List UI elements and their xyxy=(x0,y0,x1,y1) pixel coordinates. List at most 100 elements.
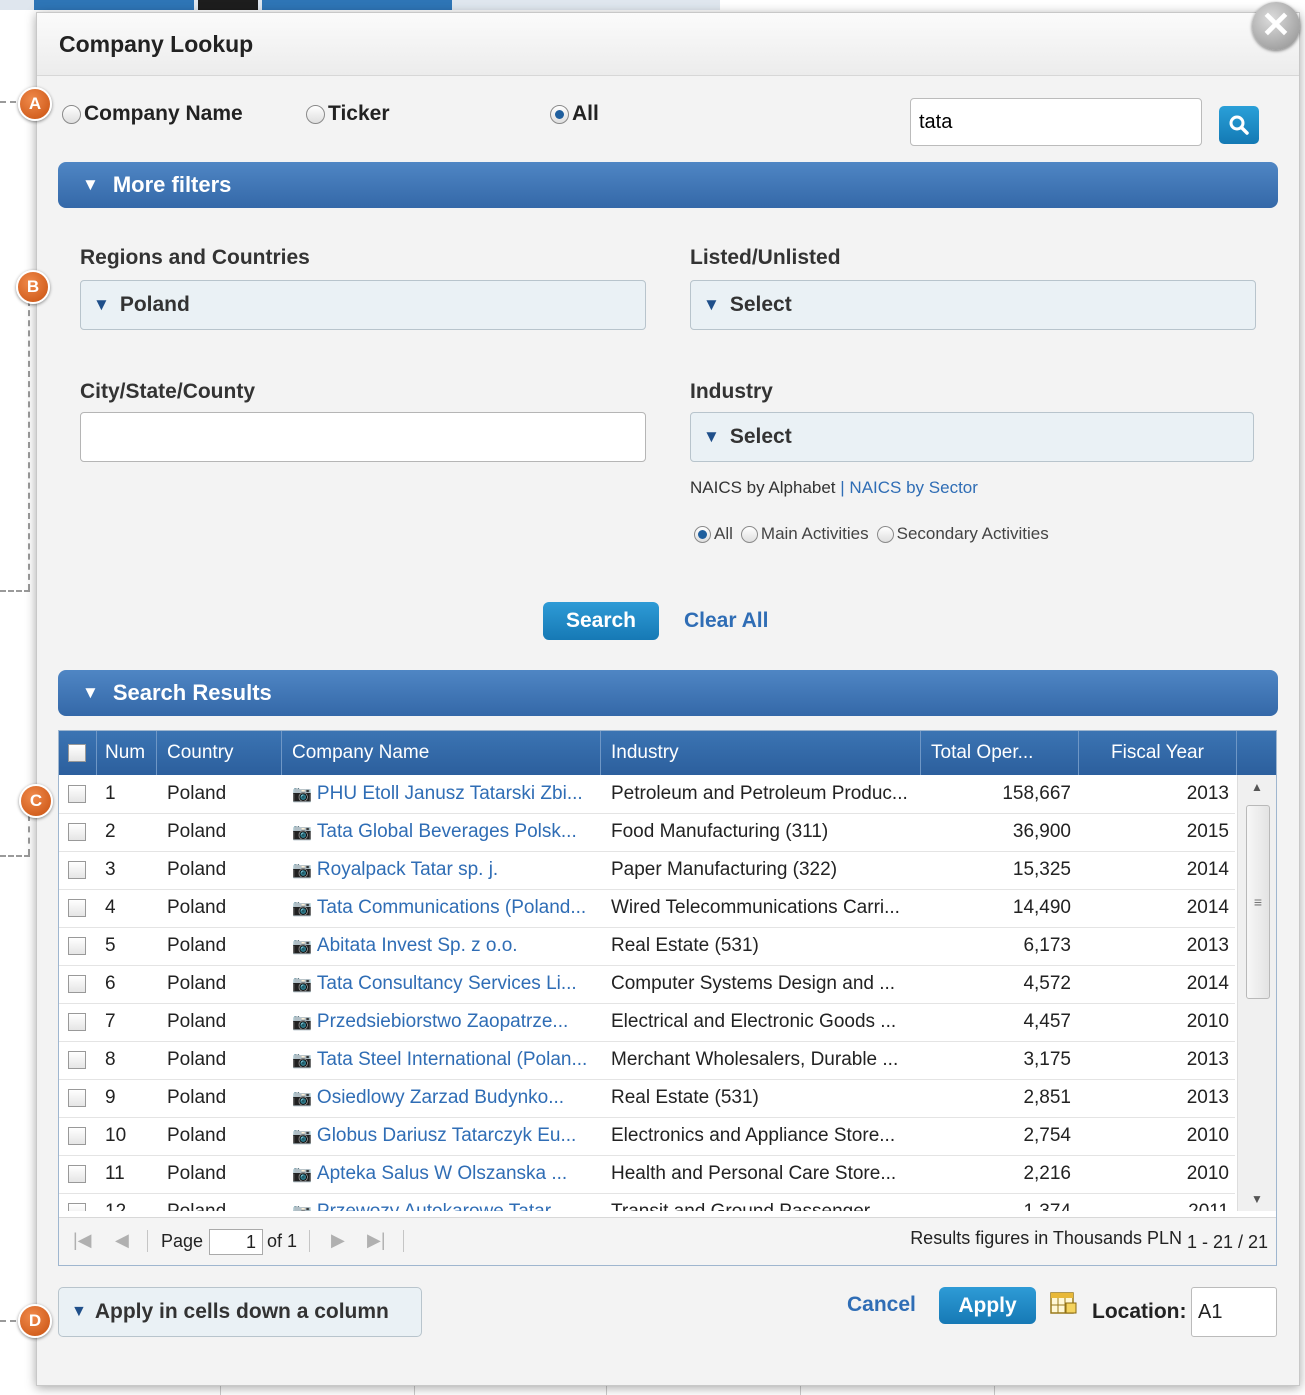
first-page-icon[interactable]: |◀ xyxy=(73,1230,92,1251)
table-row[interactable]: 9 Poland 📷 Osiedlowy Zarzad Budynko... Real … xyxy=(59,1079,1235,1118)
previous-page-icon[interactable]: ◀ xyxy=(115,1230,129,1251)
radio-button[interactable] xyxy=(876,525,894,543)
company-link[interactable]: Royalpack Tatar sp. j. xyxy=(317,859,498,880)
more-filters-toggle[interactable]: ▼ More filters xyxy=(58,162,1278,208)
radio-company-name[interactable]: Company Name xyxy=(62,102,243,126)
row-checkbox[interactable] xyxy=(68,1050,86,1069)
radio-main-activities[interactable]: Main Activities xyxy=(740,524,869,544)
naics-separator: | xyxy=(840,478,845,497)
company-link[interactable]: Tata Consultancy Services Li... xyxy=(317,973,577,994)
row-checkbox[interactable] xyxy=(68,1012,86,1031)
table-row[interactable]: 7 Poland 📷 Przedsiebiorstwo Zaopatrze... Ele… xyxy=(59,1003,1235,1042)
results-scrollbar[interactable]: ▲ ≡ ▼ xyxy=(1237,775,1276,1211)
camera-icon: 📷 xyxy=(292,976,312,993)
table-row[interactable]: 6 Poland 📷 Tata Consultancy Services Li... C… xyxy=(59,965,1235,1004)
company-link[interactable]: Tata Steel International (Polan... xyxy=(317,1049,587,1070)
search-icon[interactable] xyxy=(1219,106,1259,144)
search-results-toggle[interactable]: ▼ Search Results xyxy=(58,670,1278,716)
table-row[interactable]: 5 Poland 📷 Abitata Invest Sp. z o.o. Real Es… xyxy=(59,927,1235,966)
apply-mode-label: Apply in cells down a column xyxy=(94,1300,389,1323)
cell-company: 📷 Tata Steel International (Polan... xyxy=(292,1041,598,1079)
table-row[interactable]: 2 Poland 📷 Tata Global Beverages Polsk... Fo… xyxy=(59,813,1235,852)
company-link[interactable]: Globus Dariusz Tatarczyk Eu... xyxy=(317,1125,576,1146)
table-row[interactable]: 4 Poland 📷 Tata Communications (Poland... Wi… xyxy=(59,889,1235,928)
company-search-input[interactable] xyxy=(910,98,1202,146)
radio-label: All xyxy=(572,102,599,125)
cell-fiscal-year: 2014 xyxy=(1186,973,1229,994)
city-input[interactable] xyxy=(80,412,646,462)
radio-ticker[interactable]: Ticker xyxy=(306,102,390,126)
cell-company: 📷 Abitata Invest Sp. z o.o. xyxy=(292,927,598,965)
apply-button[interactable]: Apply xyxy=(939,1287,1036,1324)
radio-label: All xyxy=(714,524,733,543)
company-link[interactable]: Apteka Salus W Olszanska ... xyxy=(317,1163,567,1184)
cell-fiscal-year: 2010 xyxy=(1186,1011,1229,1032)
radio-button[interactable] xyxy=(62,104,81,124)
search-results-label: Search Results xyxy=(112,680,272,705)
select-all-checkbox[interactable] xyxy=(68,743,86,762)
column-header-industry[interactable]: Industry xyxy=(601,731,921,775)
company-link[interactable]: Tata Global Beverages Polsk... xyxy=(317,821,577,842)
apply-mode-dropdown[interactable]: ▼ Apply in cells down a column xyxy=(58,1287,422,1337)
row-checkbox[interactable] xyxy=(68,1126,86,1145)
regions-dropdown[interactable]: ▼ Poland xyxy=(80,280,646,330)
cancel-link[interactable]: Cancel xyxy=(847,1293,916,1317)
triangle-down-icon: ▼ xyxy=(703,295,720,314)
row-checkbox[interactable] xyxy=(68,1202,86,1211)
company-link[interactable]: Abitata Invest Sp. z o.o. xyxy=(317,935,518,956)
grid-pager: |◀ ◀ Page 1 of 1 ▶ ▶| Results figures in… xyxy=(59,1217,1276,1265)
last-page-icon[interactable]: ▶| xyxy=(367,1230,386,1251)
radio-button-selected[interactable] xyxy=(550,104,569,124)
row-checkbox[interactable] xyxy=(68,898,86,917)
table-row[interactable]: 8 Poland 📷 Tata Steel International (Polan.… xyxy=(59,1041,1235,1080)
triangle-down-icon: ▼ xyxy=(93,295,110,314)
column-header-country[interactable]: Country xyxy=(157,731,282,775)
cell-industry: Petroleum and Petroleum Produc... xyxy=(611,783,908,804)
row-checkbox[interactable] xyxy=(68,936,86,955)
radio-activity-all[interactable]: All xyxy=(694,524,733,544)
clear-all-link[interactable]: Clear All xyxy=(684,609,768,633)
table-row[interactable]: 1 Poland 📷 PHU Etoll Janusz Tatarski Zbi...… xyxy=(59,775,1235,814)
radio-button-selected[interactable] xyxy=(694,525,711,543)
radio-all[interactable]: All xyxy=(550,102,599,126)
radio-secondary-activities[interactable]: Secondary Activities xyxy=(876,524,1049,544)
scroll-down-arrow-icon[interactable]: ▼ xyxy=(1238,1187,1276,1211)
column-header-total-operating[interactable]: Total Oper... xyxy=(921,731,1079,775)
company-link[interactable]: Osiedlowy Zarzad Budynko... xyxy=(317,1087,564,1108)
table-row[interactable]: 3 Poland 📷 Royalpack Tatar sp. j. Paper Manu… xyxy=(59,851,1235,890)
row-checkbox[interactable] xyxy=(68,1164,86,1183)
naics-by-sector-link[interactable]: NAICS by Sector xyxy=(849,478,978,497)
company-link[interactable]: Tata Communications (Poland... xyxy=(317,897,586,918)
location-input[interactable]: A1 xyxy=(1191,1287,1277,1337)
table-row[interactable]: 11 Poland 📷 Apteka Salus W Olszanska ... Hea… xyxy=(59,1155,1235,1194)
column-header-fiscal-year[interactable]: Fiscal Year xyxy=(1079,731,1237,775)
table-row[interactable]: 10 Poland 📷 Globus Dariusz Tatarczyk Eu... E… xyxy=(59,1117,1235,1156)
radio-button[interactable] xyxy=(306,104,325,124)
naics-by-alphabet[interactable]: NAICS by Alphabet xyxy=(690,478,836,497)
industry-dropdown[interactable]: ▼ Select xyxy=(690,412,1254,462)
column-header-company-name[interactable]: Company Name xyxy=(282,731,601,775)
column-header-num[interactable]: Num xyxy=(97,731,157,775)
scroll-up-arrow-icon[interactable]: ▲ xyxy=(1238,775,1276,799)
cell-total-operating: 2,754 xyxy=(1023,1125,1071,1146)
listed-dropdown[interactable]: ▼ Select xyxy=(690,280,1256,330)
company-link[interactable]: Przedsiebiorstwo Zaopatrze... xyxy=(317,1011,568,1032)
cell-picker-icon[interactable] xyxy=(1050,1290,1078,1316)
triangle-down-icon: ▼ xyxy=(703,427,720,446)
radio-button[interactable] xyxy=(740,525,758,543)
scroll-thumb[interactable]: ≡ xyxy=(1246,805,1270,999)
company-link[interactable]: Przewozy Autokarowe Tatar... xyxy=(317,1201,566,1211)
search-button[interactable]: Search xyxy=(543,602,659,640)
row-checkbox[interactable] xyxy=(68,974,86,993)
company-link[interactable]: PHU Etoll Janusz Tatarski Zbi... xyxy=(317,783,583,804)
close-icon[interactable]: ✕ xyxy=(1252,2,1300,50)
row-checkbox[interactable] xyxy=(68,822,86,841)
row-checkbox[interactable] xyxy=(68,860,86,879)
row-checkbox[interactable] xyxy=(68,784,86,803)
row-checkbox[interactable] xyxy=(68,1088,86,1107)
cell-industry: Real Estate (531) xyxy=(611,935,759,956)
cell-total-operating: 4,572 xyxy=(1023,973,1071,994)
table-row[interactable]: 12 Poland 📷 Przewozy Autokarowe Tatar... Tra… xyxy=(59,1193,1235,1211)
next-page-icon[interactable]: ▶ xyxy=(331,1230,345,1251)
page-number-input[interactable]: 1 xyxy=(209,1229,263,1255)
